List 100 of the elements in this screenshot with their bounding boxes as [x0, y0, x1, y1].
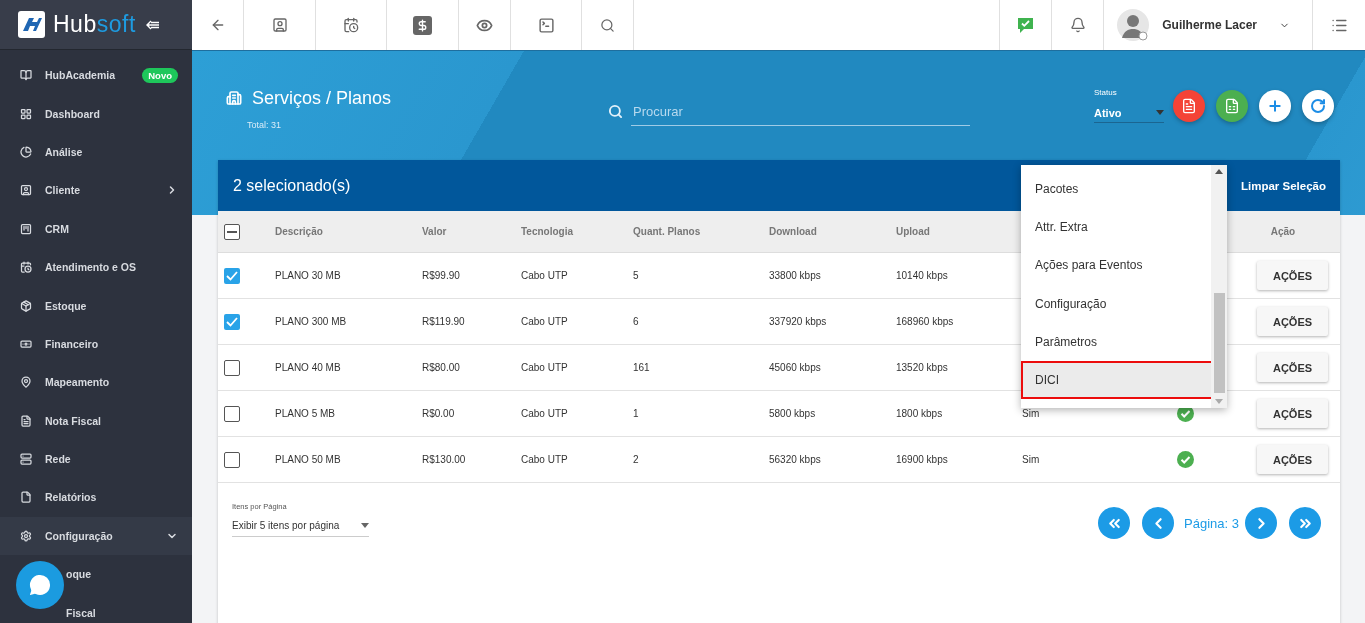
sidebar-label: Mapeamento	[45, 376, 111, 389]
message-check-icon	[1016, 15, 1036, 35]
row-checkbox[interactable]	[224, 359, 240, 376]
actions-button[interactable]: AÇÕES	[1257, 307, 1328, 336]
table-cell-text: 2	[633, 454, 640, 465]
sidebar-label: Cliente	[45, 184, 81, 197]
table-cell-text: PLANO 5 MB	[275, 408, 337, 419]
table-cell-text: 168960 kbps	[896, 316, 955, 327]
previous-page-button[interactable]	[1142, 507, 1175, 539]
column-header: Descrição	[275, 226, 324, 237]
sidebar-label: Nota Fiscal	[45, 414, 103, 427]
sidebar-item[interactable]: Nota Fiscal	[0, 401, 192, 440]
board-icon	[20, 222, 32, 235]
table-cell-text: R$0.00	[422, 408, 456, 419]
actions-button[interactable]: AÇÕES	[1257, 399, 1328, 428]
actions-button[interactable]: AÇÕES	[1257, 353, 1328, 382]
total-count: Total: 31	[246, 119, 283, 130]
scroll-up-icon[interactable]	[1215, 169, 1223, 174]
table-cell-text: 1800 kbps	[896, 408, 944, 419]
last-page-button[interactable]	[1289, 507, 1321, 539]
dollar-icon	[413, 15, 432, 35]
sidebar-item[interactable]: Análise	[0, 132, 192, 172]
add-button[interactable]	[1259, 89, 1291, 122]
sidebar-subitem[interactable]: Fiscal	[0, 593, 192, 623]
sidebar-item[interactable]: Atendimento e OS	[0, 247, 192, 287]
row-checkbox[interactable]	[224, 267, 240, 284]
table-cell-text: 56320 kbps	[769, 454, 822, 465]
sidebar-item[interactable]: Cliente	[0, 171, 192, 210]
sidebar-label: HubAcademia	[45, 69, 117, 82]
sidebar-label: Rede	[45, 453, 72, 466]
menu-item[interactable]: DICI	[1021, 360, 1213, 400]
sidebar-subitem[interactable]: oque	[0, 555, 192, 594]
scrollbar[interactable]	[1211, 165, 1227, 408]
table-cell-text: PLANO 40 MB	[275, 362, 342, 373]
sidebar-item[interactable]: HubAcademia Novo	[0, 56, 192, 95]
row-checkbox[interactable]	[224, 405, 240, 422]
sidebar-item[interactable]: Estoque	[0, 286, 192, 325]
search-icon	[600, 17, 615, 33]
next-page-button[interactable]	[1245, 507, 1277, 539]
sidebar-label: CRM	[45, 222, 70, 235]
scroll-down-icon[interactable]	[1215, 399, 1223, 404]
table-cell-text: 5	[633, 270, 640, 281]
table-cell-text: 337920 kbps	[769, 316, 828, 327]
caret-icon	[1156, 110, 1164, 115]
search-icon	[608, 104, 623, 119]
user-menu[interactable]: Guilherme Lacer	[1103, 0, 1312, 50]
spreadsheet-export-button[interactable]	[1216, 89, 1248, 122]
table-cell-text: Cabo UTP	[521, 270, 569, 281]
status-select[interactable]: Ativo	[1094, 103, 1164, 123]
table-cell-text: PLANO 30 MB	[275, 270, 342, 281]
search-field[interactable]: Procurar	[631, 97, 970, 126]
check-icon	[226, 316, 238, 327]
column-header: Upload	[896, 226, 931, 237]
table-cell-text: R$80.00	[422, 362, 461, 373]
sidebar-item[interactable]: CRM	[0, 209, 192, 248]
grid-icon	[20, 107, 32, 120]
sidebar-item[interactable]: Dashboard	[0, 94, 192, 133]
per-page-select[interactable]: Exibir 5 itens por página	[232, 514, 369, 537]
refresh-button[interactable]	[1302, 89, 1334, 122]
row-checkbox[interactable]	[224, 451, 240, 468]
sidebar-label: Configuração	[45, 529, 114, 542]
plus-icon	[1267, 97, 1283, 114]
caret-icon	[361, 522, 369, 528]
terminal-icon	[537, 16, 555, 34]
pdf-export-button[interactable]	[1173, 89, 1205, 122]
contact-card-icon	[271, 17, 288, 33]
server-icon	[20, 453, 32, 466]
collapse-icon[interactable]	[145, 19, 159, 30]
sidebar-label: Dashboard	[45, 107, 101, 120]
actions-button[interactable]: AÇÕES	[1257, 261, 1328, 290]
table-cell-text: R$130.00	[422, 454, 467, 465]
table-cell-text: 45060 kbps	[769, 362, 822, 373]
select-all-checkbox[interactable]	[224, 223, 240, 240]
table-cell-text: Cabo UTP	[521, 408, 569, 419]
scrollbar-thumb[interactable]	[1213, 293, 1225, 393]
sidebar-item[interactable]: Relatórios	[0, 478, 192, 517]
sidebar-item[interactable]: Financeiro	[0, 324, 192, 364]
table-cell-text: R$119.90	[422, 316, 466, 327]
clear-selection-link[interactable]: Limpar Seleção	[1241, 179, 1326, 192]
table-cell-text: 5800 kbps	[769, 408, 817, 419]
sidebar-item[interactable]: Mapeamento	[0, 363, 192, 402]
table-cell-text: 10140 kbps	[896, 270, 949, 281]
row-checkbox[interactable]	[224, 313, 240, 330]
user-name: Guilherme Lacer	[1162, 18, 1257, 32]
table-cell-text: 16900 kbps	[896, 454, 949, 465]
actions-button[interactable]: AÇÕES	[1257, 445, 1328, 474]
table-cell-text: Cabo UTP	[521, 316, 569, 327]
first-page-button[interactable]	[1098, 507, 1131, 539]
settings-icon	[20, 529, 32, 542]
table-cell-text: Sim	[1022, 454, 1041, 465]
column-header: Quant. Planos	[633, 226, 702, 237]
page-title: Serviços / Planos	[252, 87, 392, 109]
sidebar-item[interactable]: Configuração	[0, 516, 192, 556]
table-cell-text: PLANO 50 MB	[275, 454, 342, 465]
status-label: Status	[1094, 88, 1118, 97]
table-cell-text: PLANO 300 MB	[275, 316, 348, 327]
table-cell-text: Cabo UTP	[521, 362, 569, 373]
logo-text: Hubsoft	[53, 11, 136, 38]
sidebar-item[interactable]: Rede	[0, 439, 192, 479]
document-icon	[1181, 97, 1197, 114]
